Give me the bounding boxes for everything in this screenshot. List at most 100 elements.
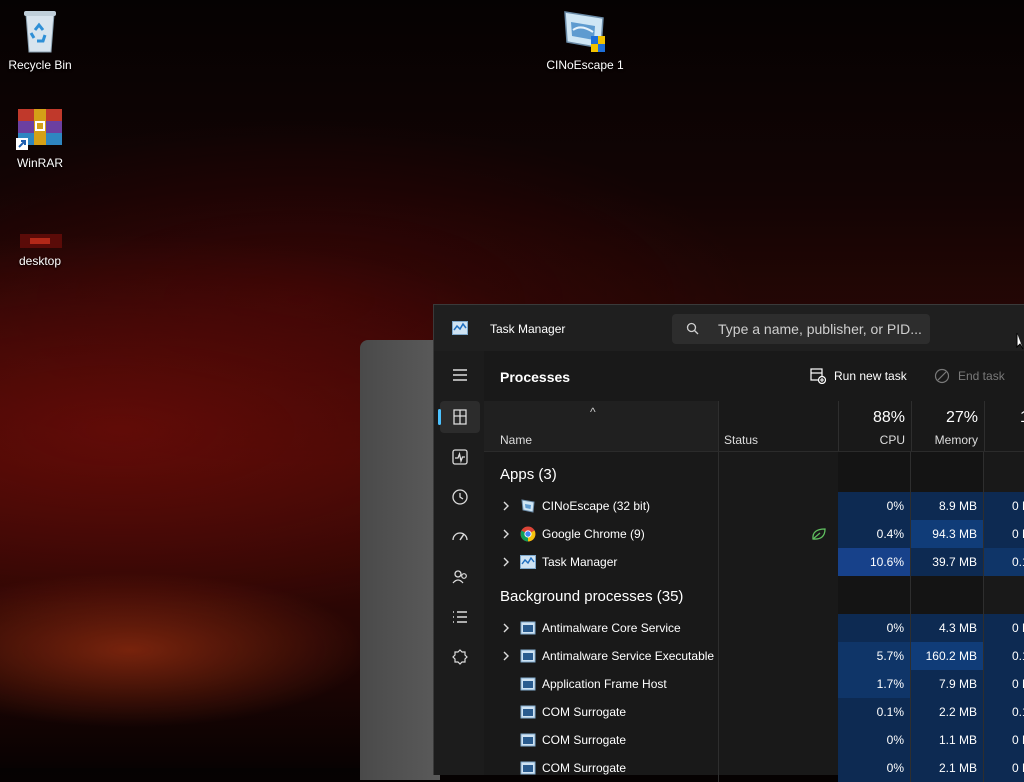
process-name: COM Surrogate <box>542 761 627 775</box>
memory-value: 8.9 MB <box>911 492 984 520</box>
cpu-value: 0.1% <box>838 698 911 726</box>
column-header-row: ^ Name Status 88% CPU 27% Memory 1 <box>484 401 1024 452</box>
chevron-right-icon[interactable] <box>500 622 512 634</box>
service-process-icon <box>520 733 536 747</box>
chrome-icon <box>520 526 536 542</box>
disk-value: 0 M <box>984 726 1024 754</box>
disk-value: 0.1 M <box>984 642 1024 670</box>
disk-value: 0 M <box>984 670 1024 698</box>
startup-apps-icon[interactable] <box>450 527 470 547</box>
desktop-icon-recycle-bin[interactable]: Recycle Bin <box>0 8 80 72</box>
task-manager-app-icon <box>452 321 468 335</box>
window-title: Task Manager <box>490 322 566 336</box>
cpu-value: 0.4% <box>838 520 911 548</box>
processes-icon[interactable] <box>450 407 470 427</box>
apps-group-label: Apps (3) <box>500 466 557 483</box>
memory-value: 160.2 MB <box>911 642 984 670</box>
memory-value: 2.2 MB <box>911 698 984 726</box>
run-new-task-label: Run new task <box>834 369 907 383</box>
toolbar: Processes Run new task End task <box>484 351 1024 402</box>
run-task-icon <box>810 368 826 384</box>
winrar-label: WinRAR <box>16 156 63 170</box>
desktop-icon-desktop[interactable]: desktop <box>0 204 80 268</box>
disk-value: 0.1 M <box>984 698 1024 726</box>
process-name: CINoEscape (32 bit) <box>542 499 651 513</box>
memory-column-header[interactable]: 27% Memory <box>911 401 985 451</box>
users-icon[interactable] <box>450 567 470 587</box>
title-bar[interactable]: Task Manager Type a name, publisher, or … <box>434 305 1024 351</box>
cpu-value: 10.6% <box>838 548 911 576</box>
process-row[interactable]: COM Surrogate 0.1% 2.2 MB 0.1 M <box>484 698 1024 726</box>
image-file-icon <box>20 234 62 248</box>
chevron-right-icon[interactable] <box>500 528 512 540</box>
cinoescape-icon <box>564 11 605 52</box>
process-row[interactable]: Application Frame Host 1.7% 7.9 MB 0 M <box>484 670 1024 698</box>
service-process-icon <box>520 649 536 663</box>
background-window[interactable] <box>360 340 440 780</box>
process-row[interactable]: CINoEscape (32 bit) 0% 8.9 MB 0 M <box>484 492 1024 520</box>
disk-value: 0 M <box>984 520 1024 548</box>
disk-value: 0 M <box>984 492 1024 520</box>
end-task-label: End task <box>958 369 1005 383</box>
cpu-value: 0% <box>838 726 911 754</box>
services-icon[interactable] <box>450 647 470 667</box>
process-row[interactable]: Task Manager 10.6% 39.7 MB 0.1 M <box>484 548 1024 576</box>
search-input[interactable]: Type a name, publisher, or PID... <box>672 314 930 344</box>
process-name: Task Manager <box>542 555 618 569</box>
cpu-column-label: CPU <box>879 433 905 447</box>
app-history-icon[interactable] <box>450 487 470 507</box>
disk-column-header[interactable]: 1 <box>984 401 1024 451</box>
name-column-header[interactable]: ^ Name <box>484 401 719 451</box>
memory-value: 7.9 MB <box>911 670 984 698</box>
process-row[interactable]: Antimalware Service Executable 5.7% 160.… <box>484 642 1024 670</box>
nav-selected-indicator <box>438 409 441 425</box>
disk-value: 0 M <box>984 754 1024 782</box>
memory-column-label: Memory <box>934 433 978 447</box>
process-row[interactable]: Antimalware Core Service 0% 4.3 MB 0 M <box>484 614 1024 642</box>
service-process-icon <box>520 705 536 719</box>
cpu-value: 0% <box>838 492 911 520</box>
navigation-rail <box>434 351 484 775</box>
end-task-button[interactable]: End task <box>934 365 1005 387</box>
memory-value: 4.3 MB <box>911 614 984 642</box>
processes-panel: Processes Run new task End task ^ Name S… <box>484 351 1024 782</box>
search-placeholder: Type a name, publisher, or PID... <box>718 321 922 337</box>
disk-total-percent: 1 <box>1020 409 1024 427</box>
apps-group-header[interactable]: Apps (3) <box>484 452 1024 492</box>
process-row[interactable]: COM Surrogate 0% 1.1 MB 0 M <box>484 726 1024 754</box>
chevron-right-icon[interactable] <box>500 650 512 662</box>
desktop-icon-cinoescape[interactable]: CINoEscape 1 <box>545 8 625 72</box>
task-manager-process-icon <box>520 555 536 569</box>
performance-icon[interactable] <box>450 447 470 467</box>
chevron-right-icon[interactable] <box>500 500 512 512</box>
details-icon[interactable] <box>450 607 470 627</box>
service-process-icon <box>520 621 536 635</box>
disk-value: 0.1 M <box>984 548 1024 576</box>
process-row[interactable]: Google Chrome (9) 0.4% 94.3 MB 0 M <box>484 520 1024 548</box>
process-name: Google Chrome (9) <box>542 527 645 541</box>
efficiency-mode-leaf-icon <box>812 528 826 540</box>
disk-value: 0 M <box>984 614 1024 642</box>
hamburger-menu-icon[interactable] <box>450 365 470 385</box>
cpu-column-header[interactable]: 88% CPU <box>838 401 912 451</box>
service-process-icon <box>520 761 536 775</box>
process-name: Antimalware Core Service <box>542 621 681 635</box>
memory-value: 2.1 MB <box>911 754 984 782</box>
memory-value: 1.1 MB <box>911 726 984 754</box>
page-title: Processes <box>500 369 571 385</box>
recycle-bin-label: Recycle Bin <box>8 58 72 72</box>
cpu-value: 1.7% <box>838 670 911 698</box>
process-name: Antimalware Service Executable <box>542 649 715 663</box>
desktop-icon-winrar[interactable]: WinRAR <box>0 106 80 170</box>
task-manager-window: Task Manager Type a name, publisher, or … <box>433 304 1024 782</box>
process-list: Apps (3) CINoEscape (32 bit) 0% 8.9 MB 0… <box>484 452 1024 782</box>
desktop-label: desktop <box>18 254 62 268</box>
process-row[interactable]: COM Surrogate 0% 2.1 MB 0 M <box>484 754 1024 782</box>
cpu-value: 5.7% <box>838 642 911 670</box>
chevron-right-icon[interactable] <box>500 556 512 568</box>
name-column-label: Name <box>500 433 533 447</box>
status-column-header[interactable]: Status <box>718 401 839 451</box>
run-new-task-button[interactable]: Run new task <box>810 365 907 387</box>
background-group-header[interactable]: Background processes (35) <box>484 576 1024 614</box>
prohibited-icon <box>934 368 950 384</box>
